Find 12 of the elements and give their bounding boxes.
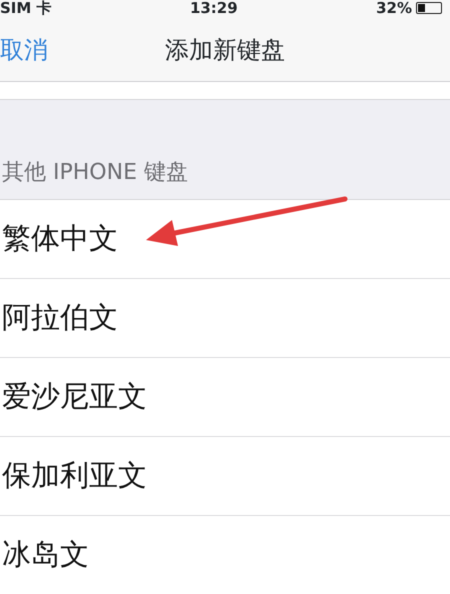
keyboard-list-item[interactable]: 阿拉伯文	[2, 296, 118, 340]
cancel-button[interactable]: 取消	[0, 32, 48, 68]
section-header: 其他 IPHONE 键盘	[2, 159, 188, 187]
battery-text: 32%	[376, 0, 412, 16]
battery-icon	[416, 2, 442, 14]
keyboard-list-item[interactable]: 保加利亚文	[2, 454, 147, 498]
keyboard-list-item[interactable]: 冰岛文	[2, 533, 89, 577]
clock-text: 13:29	[190, 0, 238, 16]
nav-title: 添加新键盘	[165, 35, 285, 66]
carrier-text: SIM 卡	[0, 0, 52, 16]
keyboard-list-item[interactable]: 繁体中文	[2, 217, 118, 261]
keyboard-list-item[interactable]: 爱沙尼亚文	[2, 375, 147, 419]
